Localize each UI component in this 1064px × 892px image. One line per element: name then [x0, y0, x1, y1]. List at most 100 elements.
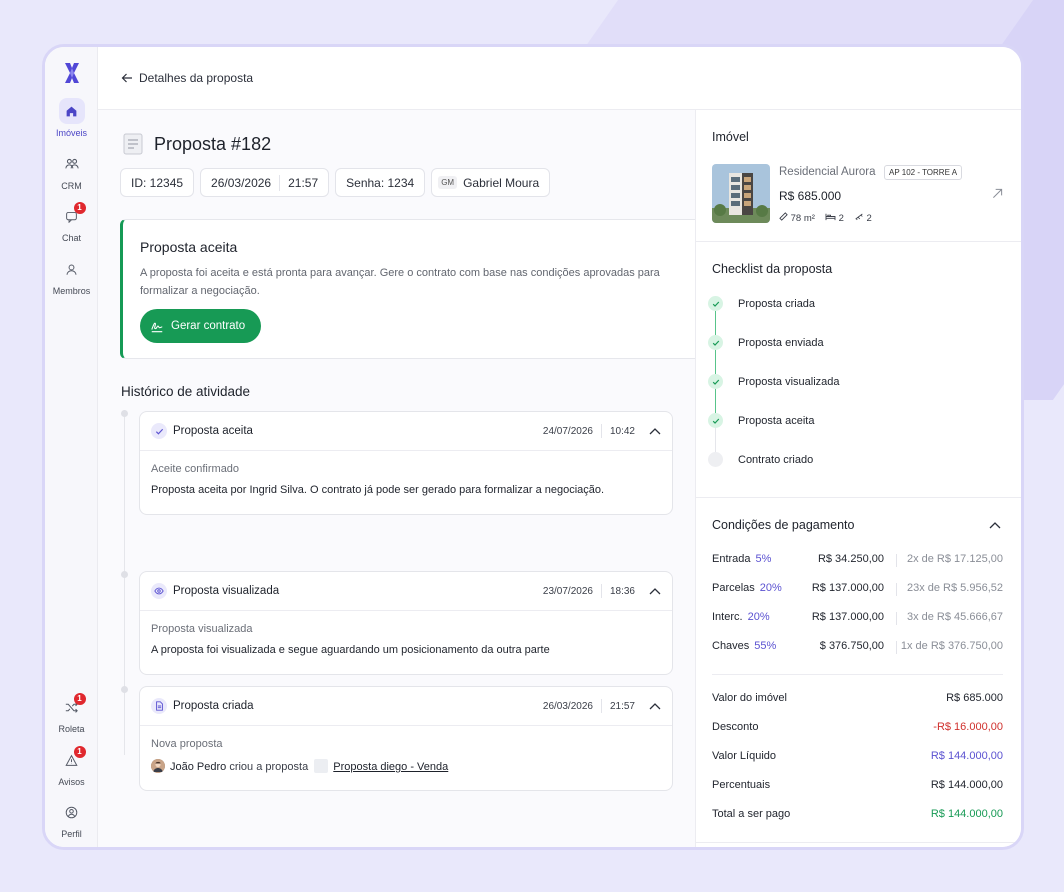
history-item-time: 18:36 [609, 585, 635, 597]
sidebar-item-label: Roleta [58, 724, 85, 734]
area-value: 78 m² [790, 213, 815, 224]
datetime-chip: 26/03/2026 21:57 [200, 168, 330, 197]
action-text: criou a proposta [229, 761, 309, 773]
sidebar-item-label: Avisos [58, 777, 85, 787]
right-panel: Imóvel Residencial Aurora AP 102 - TORRE [695, 110, 1021, 847]
checklist-item-label: Proposta enviada [738, 336, 824, 349]
summary-value: R$ 144.000,00 [930, 750, 1003, 762]
accepted-text: A proposta foi aceita e está pronta para… [140, 267, 660, 297]
summary-row: Total a ser pago R$ 144.000,00 [712, 808, 1003, 820]
history-item-name: Proposta aceita [173, 425, 253, 437]
history-item-header[interactable]: Proposta aceita 24/07/2026 10:42 [140, 412, 672, 451]
check-icon [708, 374, 723, 389]
history-item-name: Proposta criada [173, 700, 254, 712]
payment-row: Interc. 20% R$ 137.000,00 3x de R$ 45.666… [712, 611, 1003, 627]
history-item-date: 24/07/2026 [542, 425, 593, 437]
top-bar: Detalhes da proposta [98, 47, 1021, 110]
summary-label: Percentuais [712, 779, 771, 791]
sidebar-item-roleta[interactable]: 1 Roleta [45, 693, 98, 734]
payment-label: Parcelas [712, 582, 755, 594]
checklist-item: Proposta enviada [708, 335, 824, 350]
payment-percent: 20% [747, 611, 770, 623]
divider [696, 497, 1021, 498]
history-item-header[interactable]: Proposta criada 26/03/2026 21:57 [140, 687, 672, 726]
timeline-dot [121, 410, 128, 417]
author-name: João Pedro [170, 761, 227, 773]
sidebar-item-label: Perfil [61, 829, 82, 839]
generate-contract-button[interactable]: Gerar contrato [140, 309, 262, 343]
accepted-title: Proposta aceita [140, 239, 238, 255]
payment-row: Entrada 5% R$ 34.250,00 2x de R$ 17.125,0… [712, 553, 1003, 569]
payment-installments: 3x de R$ 45.666,67 [906, 611, 1003, 623]
property-price: R$ 685.000 [779, 189, 842, 203]
history-item: Proposta visualizada 23/07/2026 18:36 Pr… [139, 571, 673, 675]
check-icon [708, 335, 723, 350]
date-text: 26/03/2026 [211, 175, 272, 190]
checklist-item-label: Proposta aceita [738, 414, 815, 427]
checklist-item: Proposta criada [708, 296, 815, 311]
payment-percent: 55% [754, 640, 777, 652]
sidebar-item-membros[interactable]: Membros [45, 256, 98, 296]
external-link-icon[interactable] [992, 188, 1003, 199]
sidebar-item-perfil[interactable]: Perfil [45, 799, 98, 839]
history-item: Proposta criada 26/03/2026 21:57 Nova pr… [139, 686, 673, 791]
sidebar-item-crm[interactable]: CRM [45, 151, 98, 191]
chevron-up-icon[interactable] [649, 587, 661, 595]
accepted-card: Proposta aceita A proposta foi aceita e … [120, 219, 698, 359]
profile-icon [65, 806, 78, 818]
summary-label: Desconto [712, 721, 759, 733]
history-item-header[interactable]: Proposta visualizada 23/07/2026 18:36 [140, 572, 672, 611]
sidebar-item-chat[interactable]: 1 Chat [45, 202, 98, 243]
payment-percent: 20% [759, 582, 782, 594]
baths-feature: 2 [854, 212, 872, 224]
summary-label: Valor Líquido [712, 750, 777, 762]
property-unit-badge: AP 102 - TORRE A [884, 165, 963, 180]
payment-title: Condições de pagamento [712, 518, 855, 532]
agent-chip[interactable]: GM Gabriel Moura [431, 168, 551, 197]
main-content: Proposta #182 ID: 12345 26/03/2026 21:57… [98, 110, 698, 847]
users-group-icon [64, 158, 79, 169]
pending-dot-icon [708, 452, 723, 467]
payment-installments: 1x de R$ 376.750,00 [900, 640, 1003, 652]
history-item: Proposta aceita 24/07/2026 10:42 Aceite … [139, 411, 673, 515]
baths-value: 2 [866, 213, 872, 224]
history-item-subtitle: Aceite confirmado [151, 463, 240, 475]
beds-value: 2 [838, 213, 844, 224]
checklist-item: Proposta aceita [708, 413, 814, 428]
history-item-time: 10:42 [609, 425, 635, 437]
payment-amount: R$ 137.000,00 [811, 611, 884, 623]
proposal-link[interactable]: Proposta diego - Venda [333, 761, 448, 773]
file-icon [151, 698, 167, 714]
divider [696, 842, 1021, 843]
payment-amount: R$ 34.250,00 [817, 553, 884, 565]
payment-label: Interc. [712, 611, 743, 623]
eye-icon [151, 583, 167, 599]
summary-row: Valor Líquido R$ 144.000,00 [712, 750, 1003, 762]
sidebar: Imóveis CRM 1 Chat Membros 1 Roleta 1 Av… [45, 47, 98, 847]
id-chip: ID: 12345 [120, 168, 195, 197]
summary-row: Percentuais R$ 144.000,00 [712, 779, 1003, 791]
property-section-title: Imóvel [712, 130, 749, 144]
history-item-date: 26/03/2026 [542, 700, 593, 712]
proposal-title-row: Proposta #182 [121, 132, 271, 156]
checklist-item-label: Contrato criado [738, 453, 814, 466]
logo-icon [65, 63, 79, 83]
sidebar-item-imoveis[interactable]: Imóveis [45, 98, 98, 138]
timeline-dot [121, 571, 128, 578]
chevron-up-icon[interactable] [989, 521, 1001, 529]
payment-label: Entrada [712, 553, 751, 565]
back-button[interactable]: Detalhes da proposta [121, 71, 253, 85]
history-item-subtitle: Proposta visualizada [151, 623, 253, 635]
sidebar-item-label: Membros [52, 286, 91, 296]
payment-amount: $ 376.750,00 [819, 640, 884, 652]
app-window: Imóveis CRM 1 Chat Membros 1 Roleta 1 Av… [42, 44, 1024, 850]
check-icon [708, 413, 723, 428]
sidebar-item-avisos[interactable]: 1 Avisos [45, 746, 98, 787]
signature-icon [151, 322, 163, 333]
chevron-up-icon[interactable] [649, 427, 661, 435]
summary-value: R$ 144.000,00 [930, 779, 1003, 791]
summary-row: Valor do imóvel R$ 685.000 [712, 692, 1003, 704]
chevron-up-icon[interactable] [649, 702, 661, 710]
history-item-name: Proposta visualizada [173, 585, 280, 597]
timeline-dot [121, 686, 128, 693]
